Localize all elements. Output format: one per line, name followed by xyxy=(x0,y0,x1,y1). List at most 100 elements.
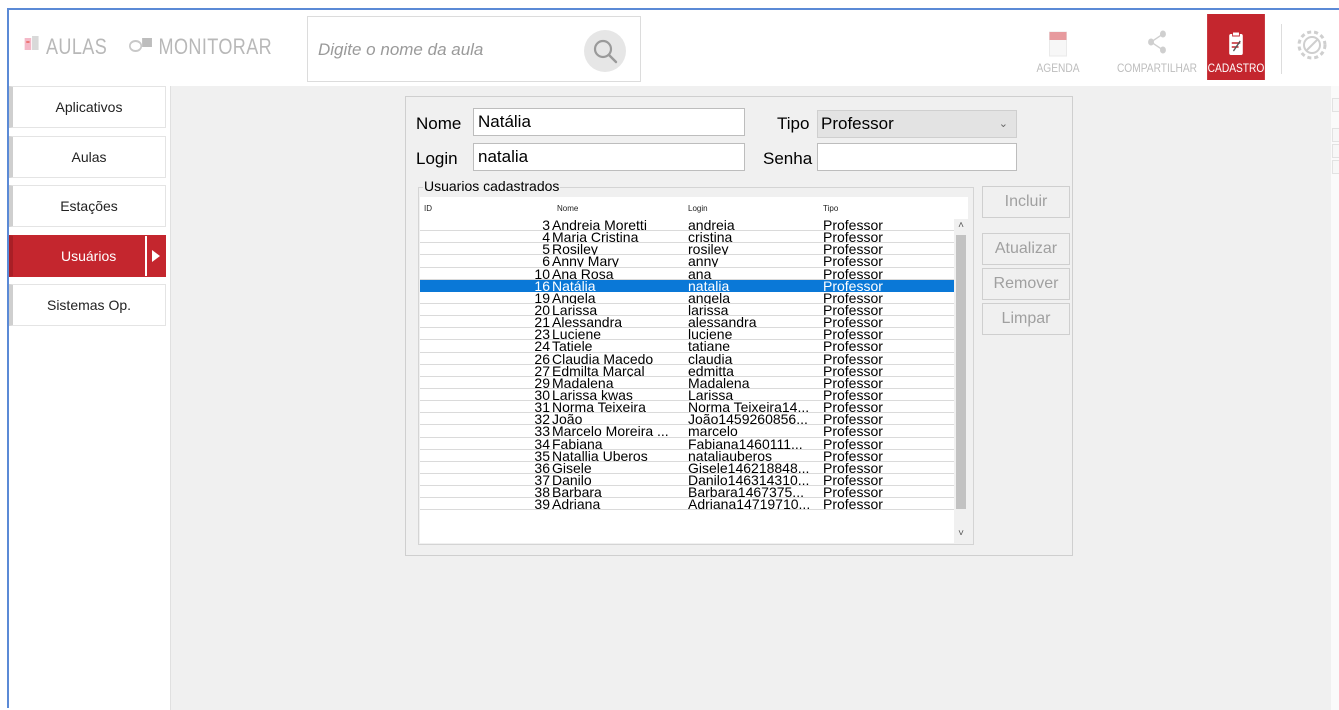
table-row[interactable]: 33 Marcelo Moreira ... marcelo Professor xyxy=(420,424,954,438)
cell-id: 32 xyxy=(534,411,550,428)
search-button[interactable] xyxy=(584,30,626,72)
nome-field[interactable] xyxy=(473,108,745,136)
table-row[interactable]: 20 Larissa larissa Professor xyxy=(420,301,954,318)
sidebar-item-usuarios[interactable]: Usuários xyxy=(9,235,166,277)
settings-button[interactable] xyxy=(1295,28,1329,62)
cell-tipo: Professor xyxy=(823,303,883,316)
table-row[interactable]: 3 Andreia Moretti andreia Professor xyxy=(420,218,954,232)
column-header-nome[interactable]: Nome xyxy=(557,204,578,213)
incluir-button[interactable]: Incluir xyxy=(982,186,1070,218)
cell-id: 23 xyxy=(534,326,550,343)
search-input[interactable] xyxy=(318,37,568,63)
table-row[interactable]: 21 Alessandra alessandra Professor xyxy=(420,315,954,329)
sidebar-item-label: Estações xyxy=(60,198,118,214)
cell-id: 20 xyxy=(534,301,550,318)
cell-id: 10 xyxy=(534,265,550,282)
cell-tipo: Professor xyxy=(823,364,883,377)
agenda-button[interactable]: AGENDA xyxy=(1036,14,1080,80)
cell-nome: Edmilta Marçal xyxy=(552,364,645,377)
cell-id: 36 xyxy=(534,459,550,476)
table-row[interactable]: 6 Anny Mary anny Professor xyxy=(420,254,954,268)
cell-id: 5 xyxy=(542,241,550,258)
cell-nome: Larissa xyxy=(552,303,598,316)
cell-tipo: Professor xyxy=(823,437,883,450)
cell-nome: Andreia Moretti xyxy=(552,219,647,231)
table-row[interactable]: 37 Danilo Danilo146314310... Professor xyxy=(420,473,954,487)
scroll-down-icon[interactable]: ˅ xyxy=(954,527,968,541)
cell-login: Larissa xyxy=(688,388,734,401)
table-row[interactable]: 38 Barbara Barbara1467375... Professor xyxy=(420,485,954,499)
scroll-up-icon[interactable]: ˄ xyxy=(954,219,968,233)
table-row[interactable]: 26 Claudia Macedo claudia Professor xyxy=(420,352,954,366)
cell-tipo: Professor xyxy=(823,231,883,244)
table-row[interactable]: 19 Angela angela Professor xyxy=(420,289,954,306)
cell-id: 19 xyxy=(534,289,550,306)
column-header-id[interactable]: ID xyxy=(424,204,432,213)
cell-nome: Rosiley xyxy=(552,243,598,256)
cell-login: natalia xyxy=(688,279,730,292)
table-row[interactable]: 35 Natallia Uberos nataliauberos Professor xyxy=(420,449,954,463)
cadastro-button[interactable]: CADASTRO xyxy=(1207,14,1265,80)
cell-nome: João xyxy=(552,413,583,426)
table-row[interactable]: 30 Larissa kwas Larissa Professor xyxy=(420,388,954,402)
table-row[interactable]: 24 Tatiele tatiane Professor xyxy=(420,338,954,355)
table-row[interactable]: 32 João João1459260856... Professor xyxy=(420,411,954,428)
cell-nome: Gisele xyxy=(552,461,592,474)
cell-tipo: Professor xyxy=(823,449,883,462)
login-field[interactable] xyxy=(473,143,745,171)
atualizar-button[interactable]: Atualizar xyxy=(982,233,1070,265)
table-row[interactable]: 29 Madalena Madalena Professor xyxy=(420,376,954,390)
limpar-button[interactable]: Limpar xyxy=(982,303,1070,335)
right-scrollbar[interactable] xyxy=(1331,86,1339,710)
cell-id: 39 xyxy=(534,496,550,513)
cell-nome: Larissa kwas xyxy=(552,388,633,401)
cell-nome: Angela xyxy=(552,291,596,304)
cell-login: edmitta xyxy=(688,364,734,377)
cell-tipo: Professor xyxy=(823,219,883,231)
tipo-select[interactable]: Professor ⌄ xyxy=(817,110,1017,138)
cell-tipo: Professor xyxy=(823,498,883,511)
remover-button[interactable]: Remover xyxy=(982,268,1070,300)
cell-nome: Tatiele xyxy=(552,340,593,353)
cell-tipo: Professor xyxy=(823,352,883,365)
nav-monitorar-label: MONITORAR xyxy=(158,34,273,59)
table-row[interactable]: 5 Rosiley rosiley Professor xyxy=(420,241,954,258)
table-row[interactable]: 34 Fabiana Fabiana1460111... Professor xyxy=(420,437,954,451)
sidebar-item-sistemas[interactable]: Sistemas Op. xyxy=(9,284,166,326)
table-row[interactable]: 27 Edmilta Marçal edmitta Professor xyxy=(420,364,954,378)
compartilhar-button[interactable]: COMPARTILHAR xyxy=(1116,14,1198,80)
table-row[interactable]: 4 Maria Cristina cristina Professor xyxy=(420,230,954,244)
cell-tipo: Professor xyxy=(823,413,883,426)
senha-field[interactable] xyxy=(817,143,1017,171)
cell-login: alessandra xyxy=(688,316,757,329)
cell-nome: Maria Cristina xyxy=(552,231,639,244)
usuarios-group-title: Usuarios cadastrados xyxy=(423,178,561,194)
nome-label: Nome xyxy=(416,114,462,133)
cell-nome: Natália xyxy=(552,279,596,292)
cell-nome: Adriana xyxy=(552,498,601,511)
usuarios-listview[interactable]: ID Nome Login Tipo 3 Andreia Moretti andre… xyxy=(420,197,968,543)
cell-login: andreia xyxy=(688,219,735,231)
column-header-login[interactable]: Login xyxy=(688,204,708,213)
table-row[interactable]: 16 Natália natalia Professor xyxy=(420,279,954,293)
table-row[interactable]: 31 Norma Teixeira Norma Teixeira14... Profe… xyxy=(420,400,954,414)
cell-tipo: Professor xyxy=(823,291,883,304)
table-row[interactable]: 36 Gisele Gisele146218848... Professor xyxy=(420,459,954,476)
sidebar-item-aplicativos[interactable]: Aplicativos xyxy=(9,86,166,128)
cell-nome: Ana Rosa xyxy=(552,267,614,280)
nav-monitorar[interactable]: MONITORAR xyxy=(129,32,272,62)
gear-icon xyxy=(1297,30,1327,60)
table-row[interactable]: 39 Adriana Adriana14719710... Professor xyxy=(420,496,954,513)
cell-tipo: Professor xyxy=(823,267,883,280)
column-header-tipo[interactable]: Tipo xyxy=(823,204,838,213)
scroll-thumb[interactable] xyxy=(956,235,966,509)
nav-aulas[interactable]: AULAS xyxy=(23,32,107,62)
sidebar: Aplicativos Aulas Estações Usuários Sist… xyxy=(9,86,169,710)
cell-nome: Luciene xyxy=(552,328,602,341)
cell-id: 24 xyxy=(534,338,550,355)
sidebar-item-estacoes[interactable]: Estações xyxy=(9,185,166,227)
table-row[interactable]: 23 Luciene luciene Professor xyxy=(420,326,954,343)
sidebar-item-aulas[interactable]: Aulas xyxy=(9,136,166,178)
listview-scrollbar[interactable]: ˄ ˅ xyxy=(954,219,968,543)
table-row[interactable]: 10 Ana Rosa ana Professor xyxy=(420,265,954,282)
